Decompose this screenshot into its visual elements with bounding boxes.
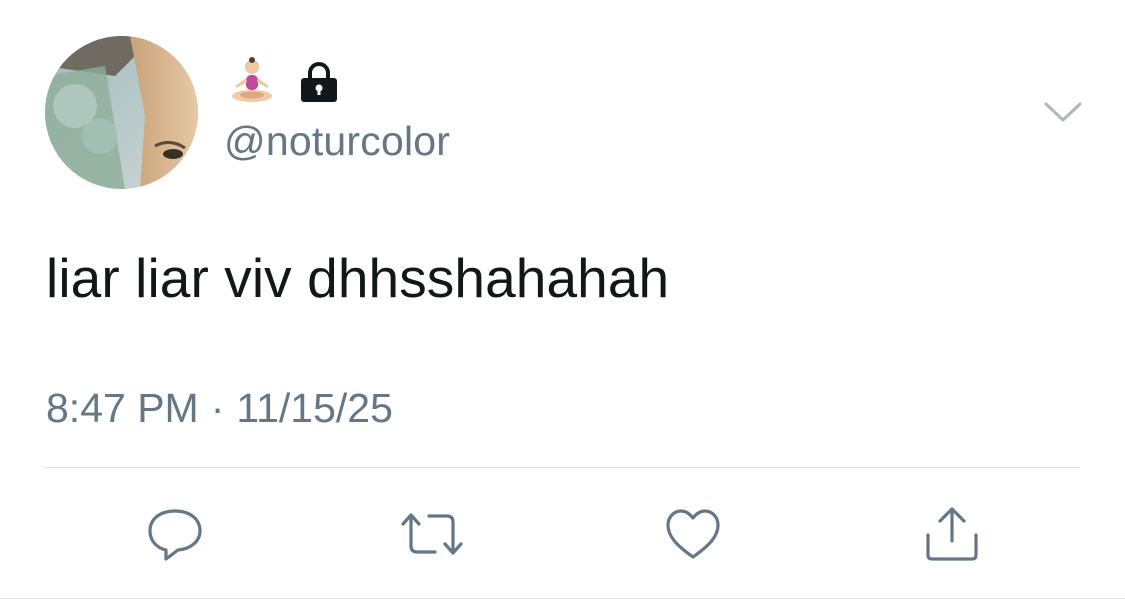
tweet-date: 11/15/25 <box>236 385 393 431</box>
user-handle[interactable]: @noturcolor <box>224 116 450 166</box>
chevron-down-icon[interactable] <box>1043 98 1083 126</box>
divider <box>45 467 1080 468</box>
like-button[interactable] <box>663 504 723 564</box>
share-button[interactable] <box>922 504 982 564</box>
avatar[interactable] <box>45 36 198 189</box>
lock-icon <box>298 61 340 103</box>
like-icon <box>664 507 722 561</box>
tweet-text: liar liar viv dhhsshahahah <box>46 247 670 309</box>
retweet-icon <box>399 508 465 560</box>
tweet-time: 8:47 PM <box>46 385 199 431</box>
bottom-divider <box>0 598 1125 599</box>
person-in-lotus-position-icon <box>226 56 278 108</box>
reply-button[interactable] <box>145 504 205 564</box>
action-bar <box>0 504 1125 564</box>
tweet-timestamp: 8:47 PM · 11/15/25 <box>46 382 393 434</box>
tweet-card: @noturcolor liar liar viv dhhsshahahah 8… <box>0 0 1125 601</box>
avatar-photo <box>45 36 198 189</box>
share-icon <box>923 505 981 563</box>
reply-icon <box>146 506 204 562</box>
display-name <box>226 56 340 108</box>
meta-separator: · <box>210 385 225 431</box>
retweet-button[interactable] <box>399 504 465 564</box>
